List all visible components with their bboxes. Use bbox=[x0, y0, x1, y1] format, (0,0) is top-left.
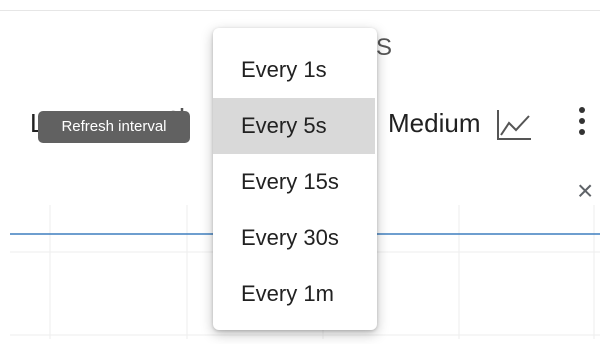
close-icon[interactable]: × bbox=[577, 177, 593, 205]
refresh-interval-tooltip: Refresh interval bbox=[38, 111, 190, 143]
menu-item-every-1s[interactable]: Every 1s bbox=[213, 42, 377, 98]
panel-title-fragment: S bbox=[376, 34, 393, 61]
refresh-interval-menu: Every 1s Every 5s Every 15s Every 30s Ev… bbox=[213, 28, 377, 330]
more-vertical-icon[interactable] bbox=[574, 104, 590, 140]
menu-item-every-15s[interactable]: Every 15s bbox=[213, 154, 377, 210]
menu-item-every-30s[interactable]: Every 30s bbox=[213, 210, 377, 266]
size-label[interactable]: Medium bbox=[388, 108, 480, 139]
line-chart-icon[interactable] bbox=[495, 108, 533, 142]
top-divider bbox=[0, 10, 600, 11]
menu-item-every-5s[interactable]: Every 5s bbox=[213, 98, 375, 154]
menu-item-every-1m[interactable]: Every 1m bbox=[213, 266, 377, 322]
